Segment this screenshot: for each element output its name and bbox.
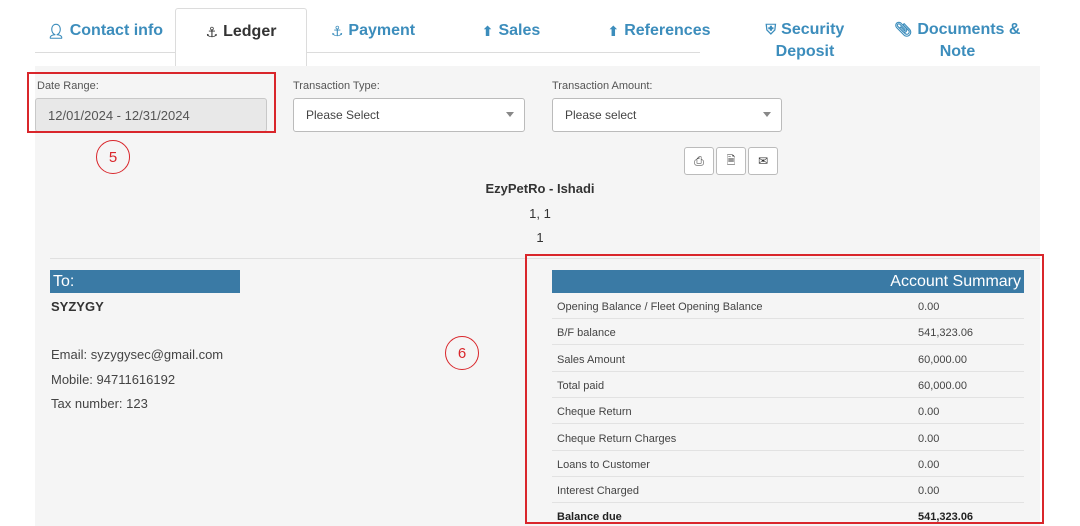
summary-row-label: Total paid [557,379,605,392]
user-icon: 👤︎ [46,23,65,39]
summary-row-value: 60,000.00 [918,379,967,392]
summary-row-label: Balance due [557,511,622,524]
tab-references[interactable]: ⬆︎ References [583,0,735,60]
company-name: EzyPetRo - Ishadi [485,181,595,196]
summary-row-label: Interest Charged [557,485,639,498]
tab-divider [307,52,700,53]
transaction-amount-value: Please select [565,108,637,122]
account-summary-heading: Account Summary [552,270,1024,293]
summary-row-value: 0.00 [918,432,940,445]
tab-divider [35,52,175,53]
tab-label-sub: Deposit [775,42,835,60]
summary-row-label: Loans to Customer [557,458,650,471]
summary-row-label: Cheque Return [557,406,632,419]
print-button[interactable]: ⎙ [684,147,714,175]
chevron-down-icon [763,112,771,117]
anchor-icon: ⚓︎ [330,23,344,39]
envelope-icon: ✉︎ [757,154,769,168]
tab-label: Payment [348,22,416,39]
summary-row-value: 0.00 [918,485,940,498]
anchor-icon: ⚓︎ [205,24,219,40]
tab-ledger[interactable]: ⚓︎ Ledger [175,8,307,66]
company-address-line2: 1 [536,230,544,245]
tab-label: Documents & [917,20,1021,38]
summary-row-label: Cheque Return Charges [557,432,677,445]
summary-row: Loans to Customer 0.00 [552,451,1024,477]
summary-row: Opening Balance / Fleet Opening Balance 0… [552,293,1024,319]
summary-row-value: 541,323.06 [918,511,974,524]
summary-row: Cheque Return 0.00 [552,398,1024,425]
arrow-up-circle-icon: ⬆︎ [481,23,494,39]
transaction-amount-select[interactable]: Please select [552,98,782,132]
to-heading: To: [50,270,240,293]
summary-row-label: Sales Amount [557,353,625,366]
tab-label: Security [781,20,845,38]
pdf-button[interactable]: 🗎︎ [716,147,746,175]
annotation-box-5 [27,72,276,133]
transaction-type-value: Please Select [306,108,380,122]
transaction-type-label: Transaction Type: [293,80,380,92]
print-icon: ⎙ [694,153,704,168]
tab-label: References [624,22,711,39]
summary-row: Sales Amount 60,000.00 [552,346,1024,372]
chevron-down-icon [506,112,514,117]
tab-security-deposit[interactable]: ⛨︎ Security Deposit [735,0,875,60]
tab-contact-info[interactable]: 👤︎ Contact info [35,0,175,60]
pdf-icon: 🗎︎ [726,154,736,167]
summary-row-value: 0.00 [918,406,940,419]
arrow-up-circle-icon: ⬆︎ [607,23,620,39]
tab-documents-note[interactable]: 📎︎ Documents & Note [875,0,1040,60]
summary-row-value: 60,000.00 [918,353,967,366]
summary-row: Total paid 60,000.00 [552,372,1024,398]
summary-row-value: 0.00 [918,301,940,313]
summary-row: B/F balance 541,323.06 [552,319,1024,346]
transaction-type-select[interactable]: Please Select [293,98,525,132]
summary-row-label: Opening Balance / Fleet Opening Balance [557,301,763,313]
customer-tax-number: Tax number: 123 [51,396,148,411]
email-button[interactable]: ✉︎ [748,147,778,175]
paperclip-icon: 📎︎ [894,20,913,37]
tab-sales[interactable]: ⬆︎ Sales [439,0,583,60]
customer-mobile: Mobile: 94711616192 [51,372,176,387]
customer-email: Email: syzygysec@gmail.com [51,347,224,362]
tab-payment[interactable]: ⚓︎ Payment [307,0,439,60]
summary-row: Cheque Return Charges 0.00 [552,425,1024,451]
summary-row-value: 0.00 [918,458,940,471]
tab-bar: 👤︎ Contact info ⚓︎ Ledger ⚓︎ Payment ⬆︎ … [35,0,1040,76]
tab-label-sub: Note [939,42,976,60]
annotation-marker-6: 6 [445,336,479,370]
summary-row-value: 541,323.06 [918,327,974,340]
transaction-amount-label: Transaction Amount: [552,80,653,92]
summary-row-label: B/F balance [557,327,616,340]
annotation-marker-5: 5 [96,140,130,174]
summary-row: Balance due 541,323.06 [552,503,1024,526]
summary-row: Interest Charged 0.00 [552,477,1024,504]
company-address-line1: 1, 1 [529,206,551,221]
shield-icon: ⛨︎ [765,20,777,37]
tab-label: Ledger [223,23,277,40]
tab-label: Sales [498,22,541,39]
customer-name: SYZYGY [51,299,104,314]
tab-label: Contact info [69,22,164,39]
